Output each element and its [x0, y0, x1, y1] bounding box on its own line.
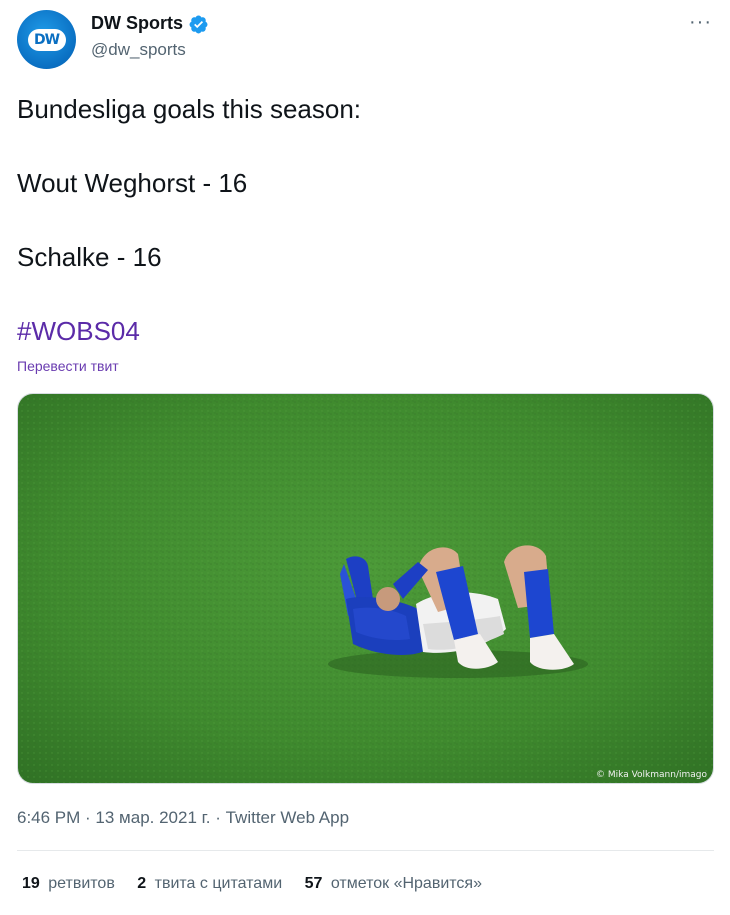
divider — [17, 850, 714, 851]
tweet-text-line: Bundesliga goals this season: — [17, 94, 362, 124]
tweet-photo[interactable]: © Mika Volkmann/imago — [17, 393, 714, 784]
author-display-name[interactable]: DW Sports — [91, 13, 183, 34]
more-horizontal-icon[interactable]: ··· — [689, 12, 712, 32]
likes-stat[interactable]: 57 отметок «Нравится» — [305, 875, 482, 893]
hashtag-link[interactable]: #WOBS04 — [17, 316, 140, 347]
retweets-count: 19 — [22, 875, 40, 892]
tweet: DW DW Sports @dw_sports ··· Bundesliga g… — [0, 0, 730, 915]
tweet-timestamp[interactable]: 6:46 PM · 13 мар. 2021 г. · Twitter Web … — [17, 808, 349, 828]
likes-label: отметок «Нравится» — [330, 875, 482, 892]
tweet-stats: 19 ретвитов 2 твита с цитатами 57 отмето… — [22, 875, 500, 893]
avatar[interactable]: DW — [17, 10, 76, 69]
photo-credit: © Mika Volkmann/imago — [596, 770, 707, 780]
quote-tweets-stat[interactable]: 2 твита с цитатами — [137, 875, 282, 893]
translate-tweet-link[interactable]: Перевести твит — [17, 358, 119, 374]
author-handle[interactable]: @dw_sports — [91, 40, 186, 60]
quote-tweets-label: твита с цитатами — [154, 875, 283, 892]
dw-logo-icon: DW — [27, 28, 66, 51]
likes-count: 57 — [304, 875, 323, 892]
retweets-label: ретвитов — [48, 875, 115, 892]
tweet-text-line: Wout Weghorst - 16 — [17, 168, 248, 198]
tweet-text-line: Schalke - 16 — [17, 242, 162, 272]
quote-tweets-count: 2 — [137, 875, 147, 892]
player-on-grass-image — [18, 394, 713, 783]
retweets-stat[interactable]: 19 ретвитов — [22, 875, 115, 893]
verified-badge-icon — [189, 15, 208, 34]
